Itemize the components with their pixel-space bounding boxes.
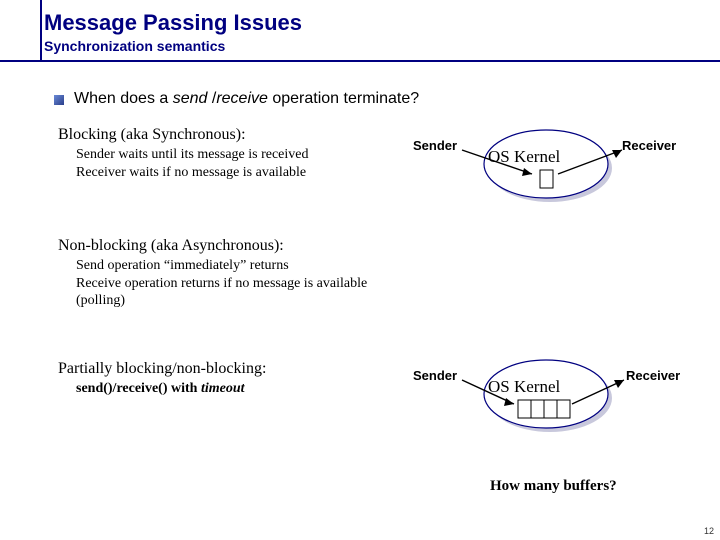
slide: Message Passing Issues Synchronization s… — [0, 0, 720, 540]
receiver-label: Receiver — [626, 368, 680, 383]
code-text: send()/receive() with — [76, 381, 201, 396]
how-many-buffers: How many buffers? — [490, 478, 617, 495]
kernel-diagram-2 — [470, 358, 630, 458]
question-text: When does a send /receive operation term… — [74, 90, 419, 108]
slide-title: Message Passing Issues — [44, 10, 720, 36]
text-em: send — [173, 90, 208, 107]
text: operation terminate? — [268, 90, 419, 107]
section-body: send()/receive() with timeout — [76, 380, 406, 398]
section-nonblocking: Non-blocking (aka Asynchronous): Send op… — [58, 237, 700, 310]
receiver-label: Receiver — [622, 138, 676, 153]
code-text-em: timeout — [201, 381, 245, 396]
page-number: 12 — [704, 526, 714, 536]
diamond-bullet-icon — [54, 95, 64, 105]
kernel-label: OS Kernel — [488, 147, 560, 167]
section-head: Non-blocking (aka Asynchronous): — [58, 237, 700, 255]
text: Receiver waits if no message is availabl… — [76, 164, 406, 182]
text: Receive operation returns if no message … — [76, 275, 406, 310]
section-body: Sender waits until its message is receiv… — [76, 146, 406, 181]
text: Sender waits until its message is receiv… — [76, 146, 406, 164]
text: When does a — [74, 90, 173, 107]
text: Send operation “immediately” returns — [76, 257, 406, 275]
sender-label: Sender — [413, 368, 457, 383]
section-body: Send operation “immediately” returns Rec… — [76, 257, 406, 310]
text-em: receive — [216, 90, 268, 107]
header-rule — [0, 60, 720, 62]
text: / — [207, 90, 216, 107]
header: Message Passing Issues Synchronization s… — [0, 0, 720, 54]
sender-label: Sender — [413, 138, 457, 153]
kernel-label: OS Kernel — [488, 377, 560, 397]
bullet-item: When does a send /receive operation term… — [54, 90, 700, 108]
slide-subtitle: Synchronization semantics — [44, 38, 720, 54]
header-vertical-rule — [40, 0, 42, 62]
kernel-diagram-1 — [470, 128, 630, 228]
